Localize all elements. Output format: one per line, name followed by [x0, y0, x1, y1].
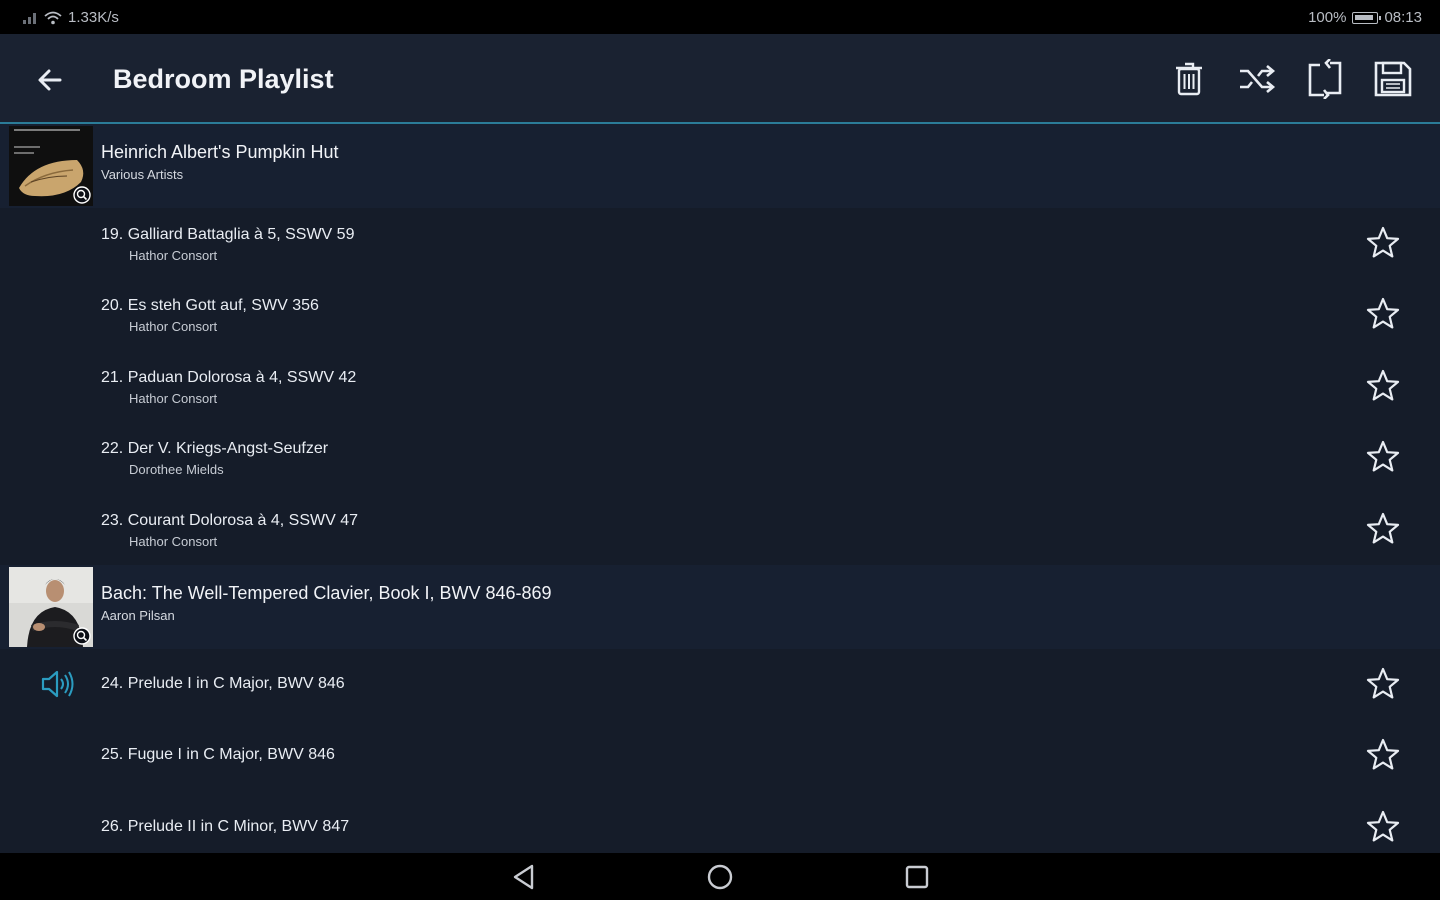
save-icon: [1374, 61, 1412, 97]
signal-icon: [23, 12, 36, 24]
album-artist: Aaron Pilsan: [101, 607, 175, 623]
status-left: 1.33K/s: [22, 9, 119, 26]
shuffle-button[interactable]: [1234, 56, 1280, 102]
track-title: 24. Prelude I in C Major, BWV 846: [101, 674, 345, 692]
status-right: 100% 08:13: [1308, 9, 1422, 26]
network-speed: 1.33K/s: [68, 9, 119, 26]
wifi-icon: [44, 11, 62, 24]
album-header[interactable]: Heinrich Albert's Pumpkin Hut Various Ar…: [0, 124, 1440, 208]
track-row[interactable]: 21. Paduan Dolorosa à 4, SSWV 42 Hathor …: [0, 351, 1440, 422]
star-icon[interactable]: [1365, 439, 1401, 475]
track-artist: Hathor Consort: [129, 319, 218, 335]
album-art[interactable]: [9, 566, 93, 647]
album-header[interactable]: Bach: The Well-Tempered Clavier, Book I,…: [0, 564, 1440, 649]
track-row[interactable]: 23. Courant Dolorosa à 4, SSWV 47 Hathor…: [0, 494, 1440, 565]
track-row[interactable]: 26. Prelude II in C Minor, BWV 847: [0, 792, 1440, 853]
playlist[interactable]: Heinrich Albert's Pumpkin Hut Various Ar…: [0, 124, 1440, 853]
track-row[interactable]: 25. Fugue I in C Major, BWV 846: [0, 720, 1440, 791]
system-nav-bar: [0, 853, 1440, 900]
track-title: 23. Courant Dolorosa à 4, SSWV 47: [101, 511, 359, 529]
home-circle-icon[interactable]: [705, 862, 735, 892]
delete-button[interactable]: [1166, 56, 1212, 102]
arrow-left-icon: [38, 69, 62, 91]
app-bar: Bedroom Playlist: [0, 34, 1440, 124]
track-row[interactable]: 19. Galliard Battaglia à 5, SSWV 59 Hath…: [0, 208, 1440, 279]
track-row-now-playing[interactable]: 24. Prelude I in C Major, BWV 846: [0, 649, 1440, 720]
track-title: 26. Prelude II in C Minor, BWV 847: [101, 817, 350, 835]
save-button[interactable]: [1370, 56, 1416, 102]
track-artist: Dorothee Mields: [129, 462, 224, 478]
track-title: 19. Galliard Battaglia à 5, SSWV 59: [101, 226, 355, 243]
shuffle-icon: [1240, 65, 1276, 93]
star-icon[interactable]: [1365, 368, 1401, 404]
battery-percent: 100%: [1308, 9, 1347, 26]
track-title: 20. Es steh Gott auf, SWV 356: [101, 297, 319, 315]
album-title: Heinrich Albert's Pumpkin Hut: [101, 142, 339, 162]
zoom-icon[interactable]: [73, 186, 91, 204]
track-artist: Hathor Consort: [129, 390, 218, 406]
speaker-playing-icon: [41, 670, 74, 698]
track-title: 22. Der V. Kriegs-Angst-Seufzer: [101, 440, 329, 458]
album-artist: Various Artists: [101, 167, 184, 182]
album-art[interactable]: [9, 126, 93, 206]
crop-rotate-icon: [1308, 59, 1342, 99]
track-row[interactable]: 22. Der V. Kriegs-Angst-Seufzer Dorothee…: [0, 422, 1440, 493]
track-artist: Hathor Consort: [129, 248, 218, 263]
star-icon[interactable]: [1365, 511, 1401, 547]
zoom-icon[interactable]: [73, 627, 91, 645]
clock: 08:13: [1384, 9, 1422, 26]
toolbar-actions: [1166, 56, 1416, 102]
track-row[interactable]: 20. Es steh Gott auf, SWV 356 Hathor Con…: [0, 279, 1440, 350]
status-bar: 1.33K/s 100% 08:13: [0, 0, 1440, 34]
star-icon[interactable]: [1365, 809, 1401, 845]
back-button[interactable]: [30, 60, 70, 100]
track-title: 25. Fugue I in C Major, BWV 846: [101, 746, 335, 764]
star-icon[interactable]: [1365, 225, 1401, 261]
page-title: Bedroom Playlist: [113, 64, 334, 94]
battery-icon: [1352, 11, 1382, 24]
track-title: 21. Paduan Dolorosa à 4, SSWV 42: [101, 368, 357, 386]
recents-square-icon[interactable]: [902, 862, 932, 892]
album-title: Bach: The Well-Tempered Clavier, Book I,…: [101, 582, 552, 603]
star-icon[interactable]: [1365, 737, 1401, 773]
star-icon[interactable]: [1365, 666, 1401, 702]
trash-icon: [1176, 62, 1202, 96]
star-icon[interactable]: [1365, 296, 1401, 332]
back-triangle-icon[interactable]: [509, 862, 539, 892]
crop-rotate-button[interactable]: [1302, 56, 1348, 102]
track-artist: Hathor Consort: [129, 533, 218, 549]
